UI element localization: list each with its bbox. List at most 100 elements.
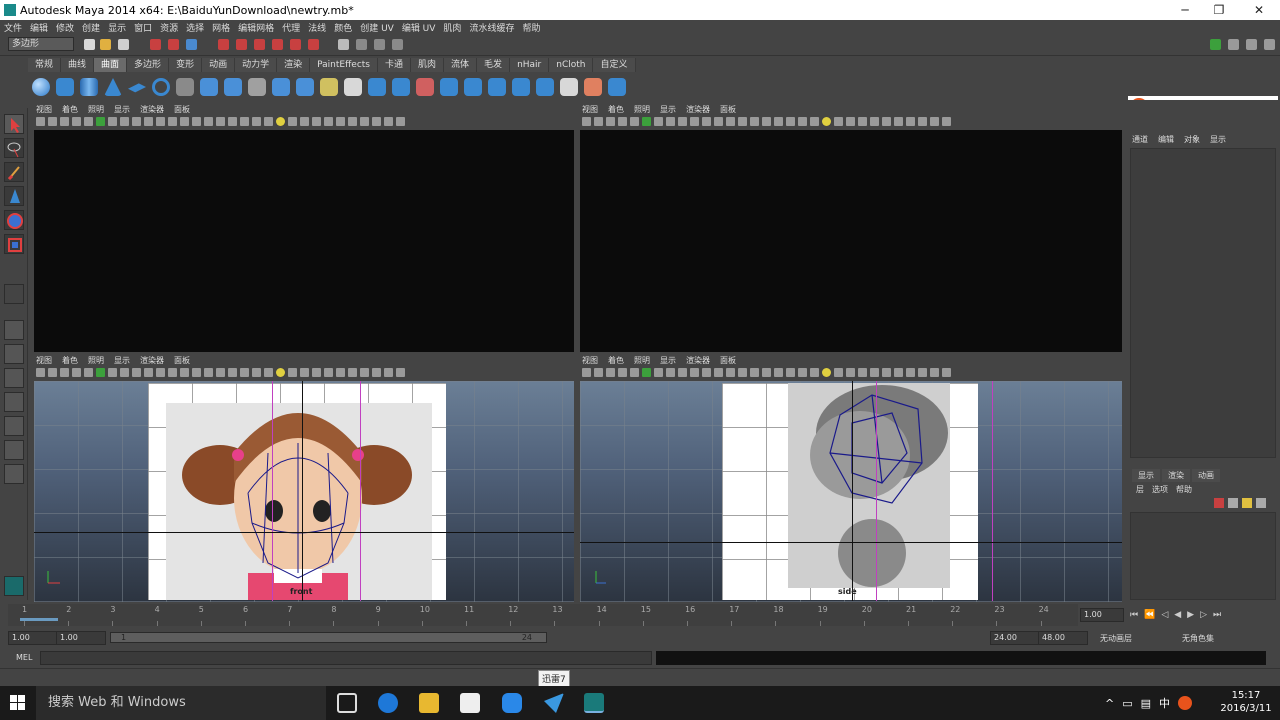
menu-edit[interactable]: 编辑 xyxy=(30,21,48,34)
extend-icon[interactable] xyxy=(584,78,602,96)
paint-select-tool-icon[interactable] xyxy=(4,162,24,182)
toggle-layer-editor-icon[interactable] xyxy=(1264,39,1275,50)
persp-hypershade-layout-icon[interactable] xyxy=(4,416,24,436)
cb-menu-object[interactable]: 对象 xyxy=(1184,134,1200,145)
select-component-icon[interactable] xyxy=(186,39,197,50)
toggle-channel-box-icon[interactable] xyxy=(1246,39,1257,50)
vp-menu-view[interactable]: 视图 xyxy=(582,355,598,367)
menu-select[interactable]: 选择 xyxy=(186,21,204,34)
scale-tool-icon[interactable] xyxy=(4,234,24,254)
nurbs-cylinder-icon[interactable] xyxy=(80,78,98,96)
open-close-icon[interactable] xyxy=(536,78,554,96)
vp-menu-view[interactable]: 视图 xyxy=(582,104,598,116)
vp-menu-shading[interactable]: 着色 xyxy=(608,355,624,367)
layer-menu-options[interactable]: 选项 xyxy=(1152,484,1168,495)
snap-curve-icon[interactable] xyxy=(236,39,247,50)
taskbar-clock[interactable]: 15:17 2016/3/11 xyxy=(1218,689,1274,715)
vp-menu-lighting[interactable]: 照明 xyxy=(88,355,104,367)
extrude-icon[interactable] xyxy=(248,78,266,96)
open-scene-icon[interactable] xyxy=(100,39,111,50)
shelf-tab-fluids[interactable]: 流体 xyxy=(444,58,478,72)
taskbar-search[interactable]: 搜索 Web 和 Windows xyxy=(36,686,326,720)
network-icon[interactable]: ▭ xyxy=(1122,697,1132,710)
select-hierarchy-icon[interactable] xyxy=(150,39,161,50)
vp-menu-shading[interactable]: 着色 xyxy=(62,104,78,116)
snap-grid-icon[interactable] xyxy=(218,39,229,50)
viewport-canvas-empty[interactable] xyxy=(580,130,1122,352)
shelf-tab-deformation[interactable]: 变形 xyxy=(169,58,203,72)
vp-menu-renderer[interactable]: 渲染器 xyxy=(686,355,710,367)
menu-mesh[interactable]: 网格 xyxy=(212,21,230,34)
persp-outliner-layout-icon[interactable] xyxy=(4,368,24,388)
ipr-render-icon[interactable] xyxy=(374,39,385,50)
file-explorer-icon[interactable] xyxy=(419,693,439,713)
rebuild-icon[interactable] xyxy=(608,78,626,96)
mel-label[interactable]: MEL xyxy=(16,653,32,662)
close-button[interactable]: ✕ xyxy=(1236,0,1280,20)
shelf-tab-muscle[interactable]: 肌肉 xyxy=(411,58,445,72)
vp-menu-lighting[interactable]: 照明 xyxy=(88,104,104,116)
menu-assets[interactable]: 资源 xyxy=(160,21,178,34)
shelf-tab-painteffects[interactable]: PaintEffects xyxy=(310,58,378,72)
boundary-icon[interactable] xyxy=(296,78,314,96)
bevel-icon[interactable] xyxy=(344,78,362,96)
menu-create[interactable]: 创建 xyxy=(82,21,100,34)
task-view-icon[interactable] xyxy=(337,693,357,713)
layer-tab-anim[interactable]: 动画 xyxy=(1192,469,1220,482)
viewport-top-right[interactable]: 视图 着色 照明 显示 渲染器 面板 xyxy=(578,104,1124,352)
vp-menu-panels[interactable]: 面板 xyxy=(174,104,190,116)
go-to-start-icon[interactable]: ⏮ xyxy=(1130,610,1138,620)
select-tool-icon[interactable] xyxy=(4,114,24,134)
play-forwards-icon[interactable]: ▶ xyxy=(1187,610,1194,620)
vp-menu-lighting[interactable]: 照明 xyxy=(634,355,650,367)
insert-isoparm-icon[interactable] xyxy=(560,78,578,96)
menu-edit-mesh[interactable]: 编辑网格 xyxy=(238,21,274,34)
menu-create-uvs[interactable]: 创建 UV xyxy=(360,21,394,34)
menu-proxy[interactable]: 代理 xyxy=(282,21,300,34)
nurbs-torus-icon[interactable] xyxy=(152,78,170,96)
shelf-scroll[interactable] xyxy=(1128,64,1148,94)
make-live-icon[interactable] xyxy=(290,39,301,50)
shelf-tab-animation[interactable]: 动画 xyxy=(202,58,236,72)
intersect-icon[interactable] xyxy=(368,78,386,96)
layer-tab-display[interactable]: 显示 xyxy=(1132,469,1160,482)
detach-icon[interactable] xyxy=(488,78,506,96)
lasso-tool-icon[interactable] xyxy=(4,138,24,158)
custom-layout-icon[interactable] xyxy=(4,464,24,484)
layer-menu-help[interactable]: 帮助 xyxy=(1176,484,1192,495)
persp-graph-layout-icon[interactable] xyxy=(4,392,24,412)
anim-start-field[interactable]: 1.00 xyxy=(8,631,58,645)
shelf-tab-curves[interactable]: 曲线 xyxy=(61,58,95,72)
shelf-tab-custom[interactable]: 自定义 xyxy=(593,58,636,72)
move-tool-icon[interactable] xyxy=(4,186,24,206)
vp-menu-renderer[interactable]: 渲染器 xyxy=(140,104,164,116)
menu-color[interactable]: 颜色 xyxy=(334,21,352,34)
nurbs-cone-icon[interactable] xyxy=(104,78,122,96)
menu-display[interactable]: 显示 xyxy=(108,21,126,34)
playback-start-field[interactable]: 1.00 xyxy=(56,631,106,645)
cb-menu-edit[interactable]: 编辑 xyxy=(1158,134,1174,145)
new-layer-icon[interactable] xyxy=(1214,498,1224,508)
vp-menu-lighting[interactable]: 照明 xyxy=(634,104,650,116)
character-set-dropdown[interactable]: 无角色集 xyxy=(1182,633,1214,644)
range-slider-bar[interactable]: 1 24 xyxy=(110,632,547,643)
attach-icon[interactable] xyxy=(464,78,482,96)
cb-menu-show[interactable]: 显示 xyxy=(1210,134,1226,145)
nurbs-plane-icon[interactable] xyxy=(128,83,146,93)
tray-ime-label[interactable]: 中 xyxy=(1159,695,1170,711)
front-view-canvas[interactable]: front xyxy=(34,381,574,602)
snap-surface-icon[interactable] xyxy=(272,39,283,50)
four-pane-layout-icon[interactable] xyxy=(4,344,24,364)
step-forward-frame-icon[interactable]: ▷ xyxy=(1200,610,1207,620)
vp-menu-show[interactable]: 显示 xyxy=(660,355,676,367)
vp-menu-shading[interactable]: 着色 xyxy=(62,355,78,367)
maya-taskbar-icon[interactable] xyxy=(584,693,604,713)
nurbs-sphere-icon[interactable] xyxy=(32,78,50,96)
menu-modify[interactable]: 修改 xyxy=(56,21,74,34)
menu-muscle[interactable]: 肌肉 xyxy=(443,21,461,34)
channel-box-area[interactable] xyxy=(1130,148,1276,458)
playback-end-field[interactable]: 24.00 xyxy=(990,631,1040,645)
vp-menu-panels[interactable]: 面板 xyxy=(720,355,736,367)
layer-move-down-icon[interactable] xyxy=(1256,498,1266,508)
nurbs-cube-icon[interactable] xyxy=(56,78,74,96)
